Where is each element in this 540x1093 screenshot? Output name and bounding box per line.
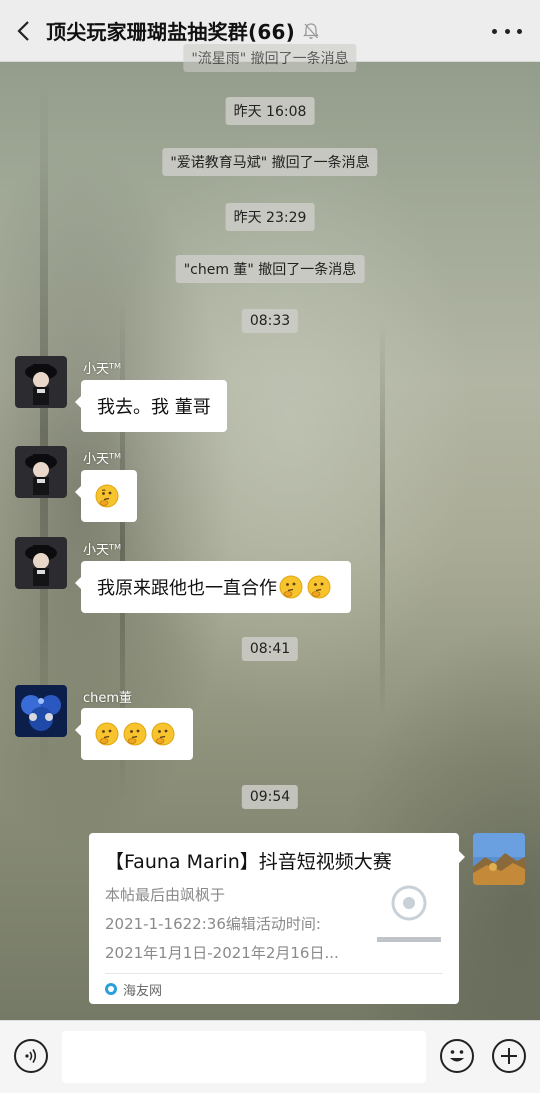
more-options-button[interactable] (492, 20, 522, 42)
link-thumbnail-icon (375, 877, 443, 945)
link-source: 海友网 (105, 979, 162, 999)
avatar[interactable] (15, 685, 67, 737)
back-button[interactable] (0, 0, 46, 62)
message-input[interactable] (62, 1031, 426, 1083)
dot (492, 28, 497, 34)
link-card-title: 【Fauna Marin】抖音短视频大赛 (105, 851, 392, 873)
mute-bell-icon (303, 22, 319, 40)
link-card-desc-line: 本帖最后由飒枫于 (105, 886, 226, 904)
sender-name: 小天ᵀᴹ (83, 452, 122, 467)
message-bubble[interactable]: 我原来跟他也一直合作 (75, 561, 351, 613)
sender-name: chem董 (83, 691, 133, 706)
timestamp: 09:54 (241, 785, 299, 809)
avatar[interactable] (15, 537, 67, 589)
timestamp: 08:41 (241, 637, 299, 661)
sender-name: 小天ᵀᴹ (83, 362, 122, 377)
input-bar (0, 1020, 540, 1093)
avatar[interactable] (15, 446, 67, 498)
my-avatar[interactable] (473, 833, 525, 885)
timestamp: 08:33 (241, 309, 299, 333)
avatar[interactable] (15, 356, 67, 408)
chat-title: 顶尖玩家珊瑚盐抽奖群(66) (46, 20, 295, 44)
thinking-face-icon (151, 722, 175, 746)
chevron-left-icon (17, 20, 29, 41)
link-card-description: 本帖最后由飒枫于 2021-1-1622:36编辑活动时间: 2021年1月1日… (105, 881, 360, 968)
more-functions-button[interactable] (492, 1039, 526, 1073)
thinking-face-icon (307, 575, 331, 599)
timestamp: 昨天 23:29 (225, 203, 315, 231)
timestamp: 昨天 16:08 (225, 97, 315, 125)
link-source-name: 海友网 (123, 983, 163, 999)
smiley-icon (450, 1050, 464, 1062)
thinking-face-icon (95, 722, 119, 746)
thinking-face-icon (279, 575, 303, 599)
thinking-face-icon (95, 484, 119, 508)
message-text: 我原来跟他也一直合作 (97, 578, 277, 599)
link-card-desc-line: 2021-1-1622:36编辑活动时间: (105, 915, 321, 933)
thinking-face-icon (123, 722, 147, 746)
emoji-button[interactable] (440, 1039, 474, 1073)
message-bubble[interactable] (75, 708, 193, 760)
link-card-desc-line: 2021年1月1日-2021年2月16日... (105, 944, 339, 962)
voice-button[interactable] (14, 1039, 48, 1073)
recall-notice: "chem 董" 撤回了一条消息 (175, 255, 365, 283)
dot (517, 28, 522, 34)
voice-icon (25, 1049, 37, 1063)
message-bubble[interactable]: 我去。我 董哥 (75, 380, 227, 432)
recall-notice: "爱诺教育马斌" 撤回了一条消息 (162, 148, 378, 176)
message-bubble[interactable] (75, 470, 137, 522)
link-card[interactable]: 【Fauna Marin】抖音短视频大赛 本帖最后由飒枫于 2021-1-162… (89, 833, 465, 1004)
sender-name: 小天ᵀᴹ (83, 543, 122, 558)
plus-icon (501, 1048, 517, 1064)
dot (504, 28, 510, 34)
website-logo-icon (105, 983, 117, 995)
recall-notice-partial: "流星雨" 撤回了一条消息 (183, 44, 357, 72)
divider (105, 973, 443, 974)
message-text: 我去。我 董哥 (97, 397, 211, 418)
